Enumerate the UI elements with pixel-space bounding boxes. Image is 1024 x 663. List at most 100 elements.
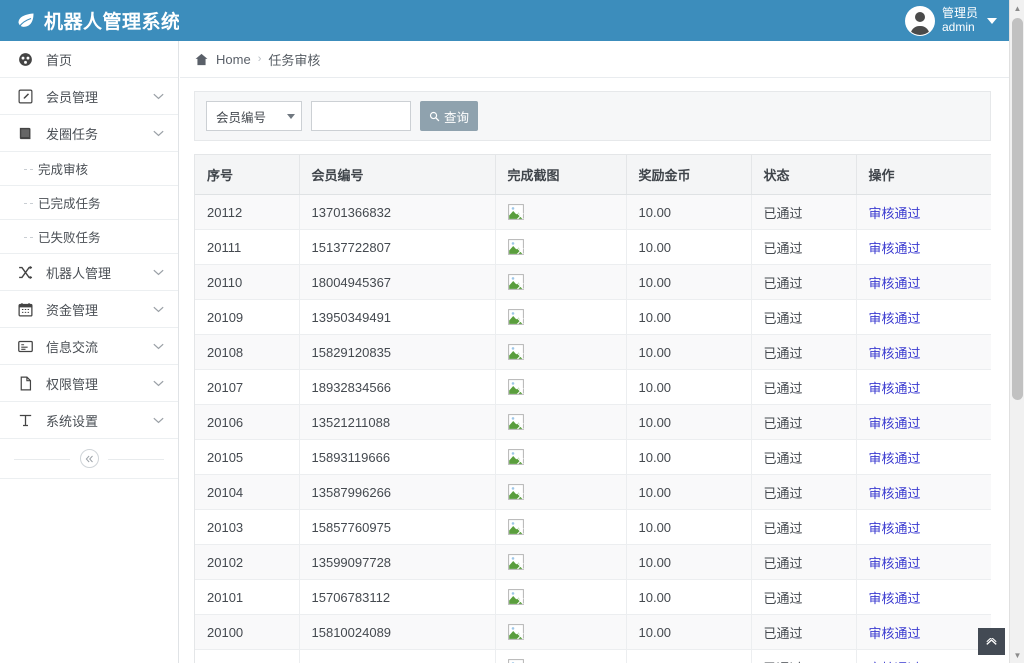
search-field-select[interactable]: 会员编号 <box>206 101 302 131</box>
sidebar-subitem-failed-tasks[interactable]: 已失败任务 <box>0 220 178 254</box>
book-icon <box>16 124 34 142</box>
cell-operation: 审核通过 <box>856 195 991 230</box>
cell-screenshot[interactable] <box>495 475 626 510</box>
cell-screenshot[interactable] <box>495 405 626 440</box>
sidebar-collapse-button[interactable] <box>80 449 99 468</box>
top-bar: 机器人管理系统 管理员 admin <box>0 0 1009 41</box>
review-pass-link[interactable]: 审核通过 <box>869 556 921 571</box>
cell-reward: 10.00 <box>626 615 751 650</box>
sidebar-item-label: 权限管理 <box>46 374 153 393</box>
cell-index: 20112 <box>195 195 299 230</box>
cell-index: 20099 <box>195 650 299 663</box>
cell-reward: 10.00 <box>626 335 751 370</box>
scrollbar-up-arrow-icon[interactable]: ▲ <box>1010 0 1024 16</box>
cell-screenshot[interactable] <box>495 545 626 580</box>
chevron-down-icon <box>153 306 164 313</box>
cell-index: 20107 <box>195 370 299 405</box>
cell-reward: 10.00 <box>626 300 751 335</box>
chevron-up-icon <box>986 638 997 646</box>
vertical-scrollbar[interactable]: ▲ ▼ <box>1009 0 1024 663</box>
leaf-icon <box>16 11 36 31</box>
calendar-icon <box>16 300 34 318</box>
review-pass-link[interactable]: 审核通过 <box>869 486 921 501</box>
cell-member-id: 13599097728 <box>299 545 495 580</box>
review-pass-link[interactable]: 审核通过 <box>869 346 921 361</box>
review-pass-link[interactable]: 审核通过 <box>869 381 921 396</box>
cell-member-id: 15801062126 <box>299 650 495 663</box>
sidebar-item-label: 发圈任务 <box>46 124 153 143</box>
review-pass-link[interactable]: 审核通过 <box>869 521 921 536</box>
search-input[interactable] <box>311 101 411 131</box>
search-button[interactable]: 查询 <box>420 101 478 131</box>
review-pass-link[interactable]: 审核通过 <box>869 591 921 606</box>
cell-index: 20111 <box>195 230 299 265</box>
cell-screenshot[interactable] <box>495 265 626 300</box>
cell-screenshot[interactable] <box>495 615 626 650</box>
cell-member-id: 15137722807 <box>299 230 495 265</box>
cell-index: 20101 <box>195 580 299 615</box>
sidebar-item-info-exchange[interactable]: 信息交流 <box>0 328 178 365</box>
brand-logo[interactable]: 机器人管理系统 <box>0 0 179 41</box>
broken-image-icon <box>508 344 524 360</box>
cell-member-id: 15893119666 <box>299 440 495 475</box>
back-to-top-button[interactable] <box>978 628 1005 655</box>
cell-screenshot[interactable] <box>495 580 626 615</box>
review-pass-link[interactable]: 审核通过 <box>869 451 921 466</box>
sidebar-item-home[interactable]: 首页 <box>0 41 178 78</box>
cell-index: 20104 <box>195 475 299 510</box>
sidebar-item-system-settings[interactable]: 系统设置 <box>0 402 178 439</box>
table-row: 201021359909772810.00已通过审核通过 <box>195 545 991 580</box>
text-tool-icon <box>16 411 34 429</box>
breadcrumb-home-link[interactable]: Home <box>216 52 251 67</box>
table-row: 200991580106212610.00已通过审核通过 <box>195 650 991 663</box>
cell-screenshot[interactable] <box>495 195 626 230</box>
cell-status: 已通过 <box>751 650 856 663</box>
cell-screenshot[interactable] <box>495 440 626 475</box>
cell-operation: 审核通过 <box>856 580 991 615</box>
cell-operation: 审核通过 <box>856 265 991 300</box>
cell-operation: 审核通过 <box>856 475 991 510</box>
review-pass-link[interactable]: 审核通过 <box>869 241 921 256</box>
cell-operation: 审核通过 <box>856 545 991 580</box>
search-icon <box>429 111 440 122</box>
cell-status: 已通过 <box>751 580 856 615</box>
cell-screenshot[interactable] <box>495 335 626 370</box>
broken-image-icon <box>508 449 524 465</box>
sidebar-item-robot-management[interactable]: 机器人管理 <box>0 254 178 291</box>
cell-screenshot[interactable] <box>495 230 626 265</box>
cell-screenshot[interactable] <box>495 300 626 335</box>
cell-screenshot[interactable] <box>495 650 626 663</box>
cell-screenshot[interactable] <box>495 510 626 545</box>
cell-index: 20106 <box>195 405 299 440</box>
scrollbar-thumb[interactable] <box>1012 18 1023 400</box>
sidebar-subitem-review-complete[interactable]: 完成审核 <box>0 152 178 186</box>
cell-reward: 10.00 <box>626 545 751 580</box>
column-header-index: 序号 <box>195 155 299 195</box>
sidebar-item-fund-management[interactable]: 资金管理 <box>0 291 178 328</box>
cell-member-id: 15829120835 <box>299 335 495 370</box>
caret-down-icon <box>987 18 997 24</box>
content-area: Home › 任务审核 会员编号 查询 <box>180 41 1009 663</box>
cell-status: 已通过 <box>751 265 856 300</box>
sidebar-item-task-publish[interactable]: 发圈任务 <box>0 115 178 152</box>
cell-reward: 10.00 <box>626 510 751 545</box>
sidebar-item-permission-management[interactable]: 权限管理 <box>0 365 178 402</box>
sidebar-item-member-management[interactable]: 会员管理 <box>0 78 178 115</box>
cell-screenshot[interactable] <box>495 370 626 405</box>
review-pass-link[interactable]: 审核通过 <box>869 311 921 326</box>
cell-index: 20103 <box>195 510 299 545</box>
cell-status: 已通过 <box>751 335 856 370</box>
review-pass-link[interactable]: 审核通过 <box>869 206 921 221</box>
cell-status: 已通过 <box>751 475 856 510</box>
sidebar-subitem-completed-tasks[interactable]: 已完成任务 <box>0 186 178 220</box>
review-pass-link[interactable]: 审核通过 <box>869 276 921 291</box>
task-review-table-wrapper: 序号 会员编号 完成截图 奖励金币 状态 操作 2011213701366832… <box>194 154 991 663</box>
scrollbar-down-arrow-icon[interactable]: ▼ <box>1010 647 1024 663</box>
table-row: 201051589311966610.00已通过审核通过 <box>195 440 991 475</box>
chevron-down-icon <box>153 417 164 424</box>
list-box-icon <box>16 337 34 355</box>
review-pass-link[interactable]: 审核通过 <box>869 626 921 641</box>
caret-down-icon <box>287 114 295 119</box>
user-menu[interactable]: 管理员 admin <box>895 0 1009 41</box>
review-pass-link[interactable]: 审核通过 <box>869 416 921 431</box>
